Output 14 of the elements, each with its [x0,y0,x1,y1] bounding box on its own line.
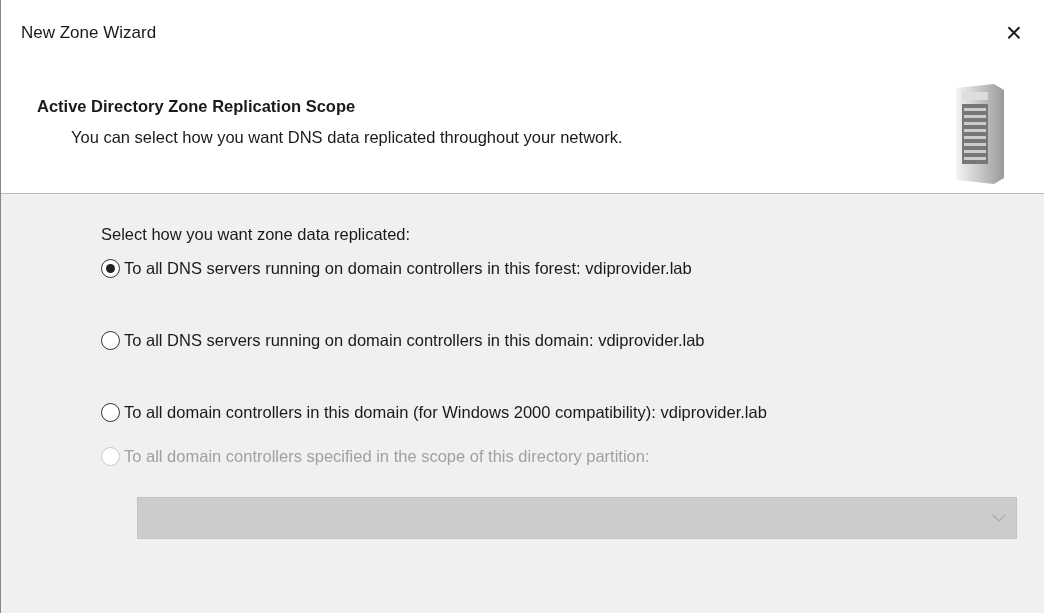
close-button[interactable]: × [997,19,1030,47]
window-title: New Zone Wizard [21,22,157,45]
radio-label: To all DNS servers running on domain controllers in this forest: vdiprovider.lab [124,257,692,279]
page-heading: Active Directory Zone Replication Scope [37,96,357,117]
radio-button[interactable] [101,402,120,422]
radio-label: To all DNS servers running on domain controllers in this domain: vdiprovider.lab [124,329,705,351]
radio-label: To all domain controllers in this domain (for Windows 2000 compatibility): vdiprovider.lab [124,401,767,423]
server-tower-icon [954,82,1006,186]
page-description: You can select how you want DNS data replicated throughout your network. [70,126,623,148]
prompt-label: Select how you want zone data replicated: [101,224,412,245]
radio-button[interactable] [101,258,120,278]
chevron-down-icon [992,513,1006,522]
radio-label: To all domain controllers specified in the scope of this directory partition: [124,445,650,467]
radio-button[interactable] [101,330,120,350]
